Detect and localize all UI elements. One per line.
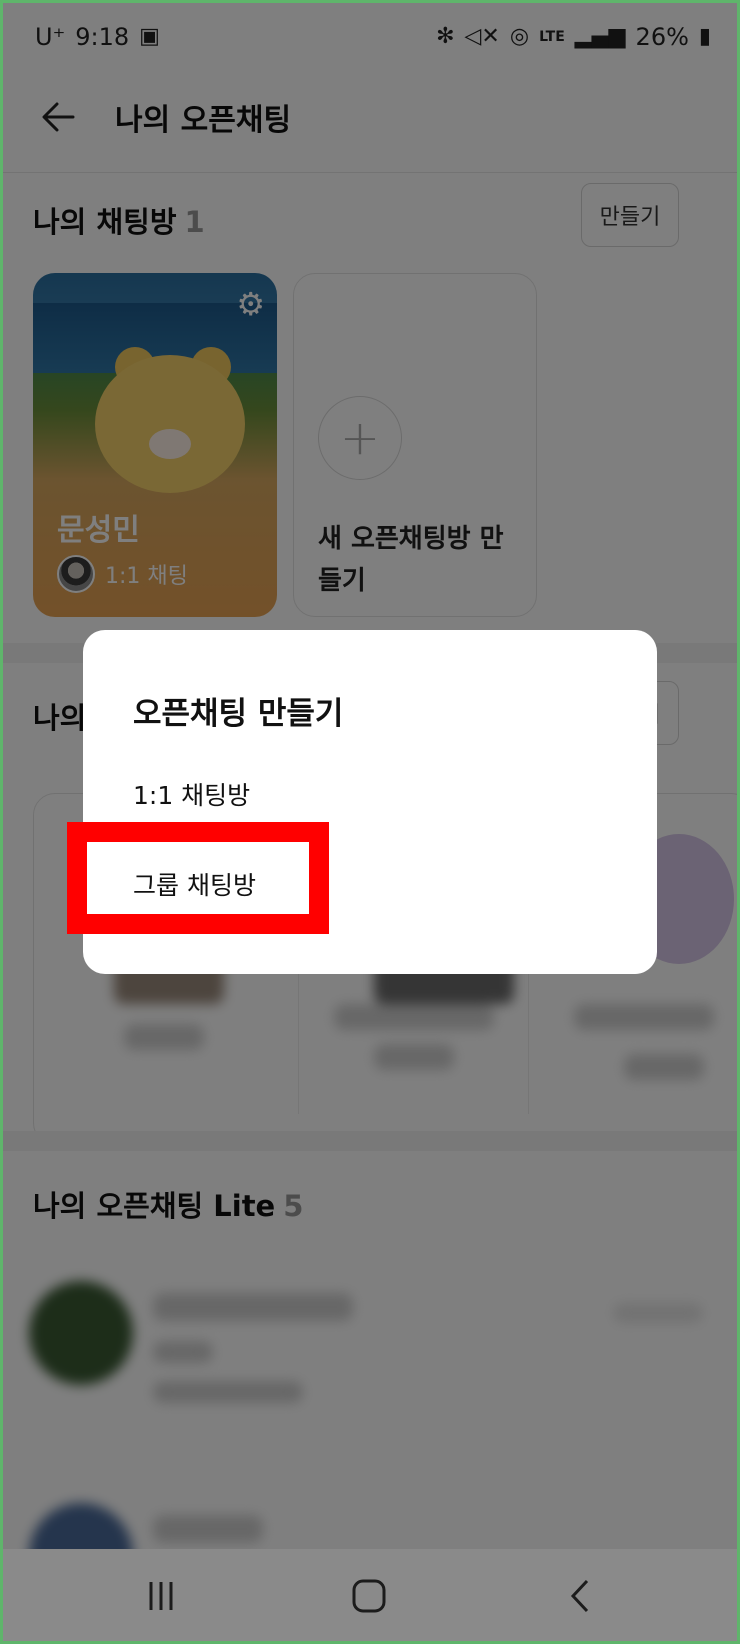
- home-icon: [352, 1579, 386, 1613]
- home-button[interactable]: [339, 1571, 399, 1621]
- recents-icon: [149, 1582, 173, 1610]
- recent-apps-button[interactable]: [131, 1571, 191, 1621]
- chevron-left-icon: [570, 1579, 589, 1613]
- screen: U⁺ 9:18 ▣ ✻ ◁✕ ◎ LTE ▂▄▆ 26% ▮ 나의 오픈채팅 나…: [3, 3, 737, 1641]
- system-nav-bar: [3, 1549, 737, 1641]
- option-one-to-one-room[interactable]: 1:1 채팅방: [133, 776, 250, 812]
- highlight-box: [67, 822, 329, 934]
- back-nav-button[interactable]: [551, 1571, 611, 1621]
- dialog-title: 오픈채팅 만들기: [133, 696, 344, 732]
